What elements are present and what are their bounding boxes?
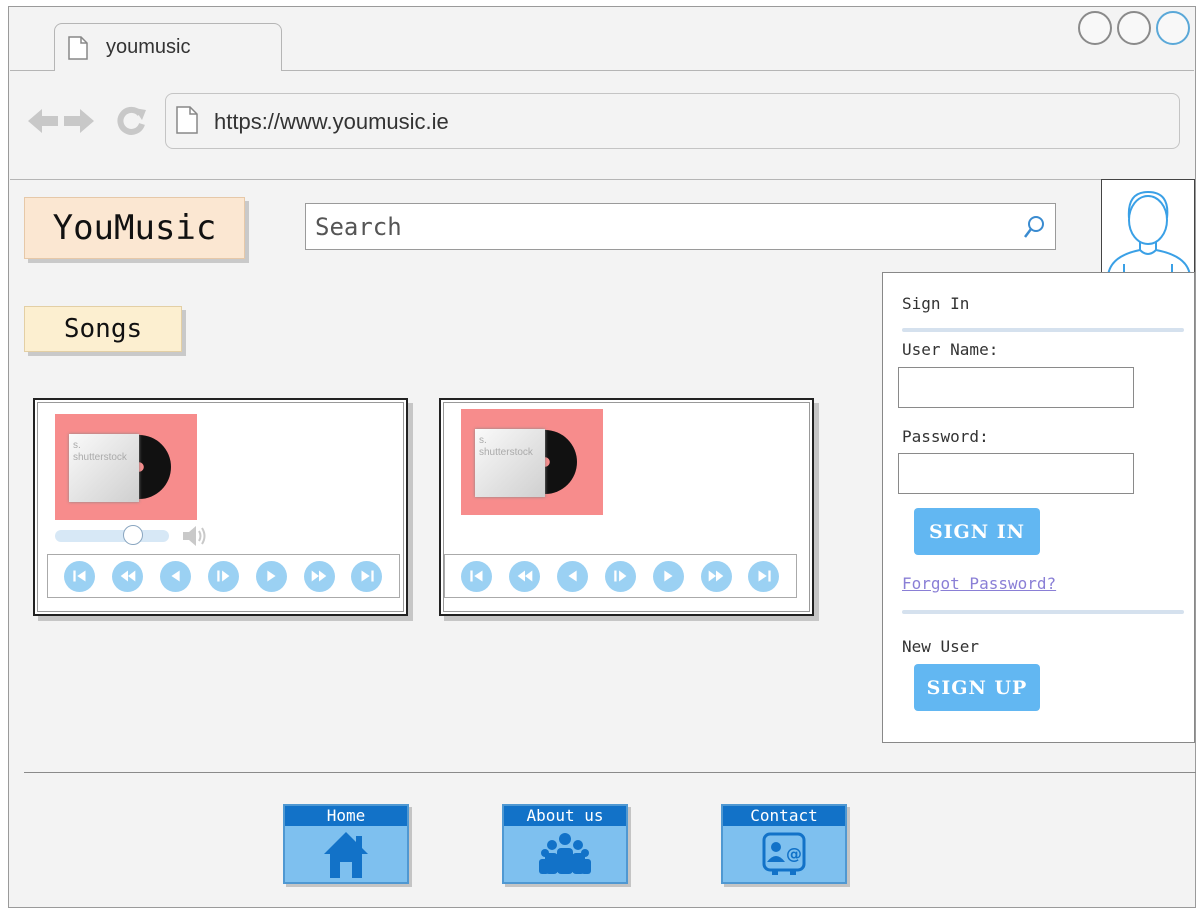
next-icon[interactable] xyxy=(255,560,287,592)
next-icon[interactable] xyxy=(652,560,684,592)
password-field[interactable] xyxy=(898,453,1134,494)
user-avatar[interactable] xyxy=(1101,179,1195,275)
address-bar[interactable]: https://www.youmusic.ie xyxy=(165,93,1180,149)
rewind-icon[interactable] xyxy=(509,560,541,592)
sign-in-panel: Sign In User Name: Password: SIGN IN For… xyxy=(882,272,1195,743)
window-minimize-button[interactable] xyxy=(1078,11,1112,45)
search-input[interactable]: Search xyxy=(305,203,1056,250)
svg-text:@: @ xyxy=(786,844,802,863)
contact-card-icon: @ xyxy=(723,828,845,878)
username-label: User Name: xyxy=(902,340,999,359)
volume-slider-handle[interactable] xyxy=(122,525,143,545)
back-arrow-icon[interactable] xyxy=(26,104,60,142)
cover-text: s. shutterstock xyxy=(73,440,127,463)
play-pause-icon[interactable] xyxy=(604,560,636,592)
song-card: s. shutterstock xyxy=(439,398,814,616)
toolbar-divider xyxy=(10,179,1194,180)
home-button[interactable]: Home xyxy=(283,804,409,884)
tab-strip-line xyxy=(282,70,1194,71)
songs-button[interactable]: Songs xyxy=(24,306,182,352)
forgot-password-link[interactable]: Forgot Password? xyxy=(902,574,1056,593)
window-maximize-button[interactable] xyxy=(1117,11,1151,45)
new-user-label: New User xyxy=(902,637,980,656)
contact-button[interactable]: Contact @ xyxy=(721,804,847,884)
cover-text: s. shutterstock xyxy=(479,435,533,458)
reload-icon[interactable] xyxy=(114,104,148,142)
play-pause-icon[interactable] xyxy=(207,560,239,592)
browser-tab[interactable]: youmusic xyxy=(54,23,282,71)
search-placeholder: Search xyxy=(315,213,402,241)
document-icon xyxy=(68,36,88,64)
footer-divider xyxy=(24,772,1196,773)
divider xyxy=(902,328,1184,332)
about-us-button[interactable]: About us xyxy=(502,804,628,884)
previous-icon[interactable] xyxy=(557,560,589,592)
skip-forward-icon[interactable] xyxy=(748,560,780,592)
tab-strip-line xyxy=(10,70,54,71)
divider xyxy=(902,610,1184,614)
player-controls xyxy=(47,554,400,598)
fast-forward-icon[interactable] xyxy=(700,560,732,592)
page-icon xyxy=(176,106,198,138)
username-field[interactable] xyxy=(898,367,1134,408)
sign-up-button[interactable]: SIGN UP xyxy=(914,664,1040,711)
sign-in-title: Sign In xyxy=(902,294,970,313)
player-controls xyxy=(444,554,797,598)
house-icon xyxy=(285,828,407,880)
song-card: s. shutterstock xyxy=(33,398,408,616)
skip-forward-icon[interactable] xyxy=(351,560,383,592)
site-logo[interactable]: YouMusic xyxy=(24,197,245,259)
album-sleeve: s. shutterstock xyxy=(475,429,545,497)
sign-in-button[interactable]: SIGN IN xyxy=(914,508,1040,555)
tab-title: youmusic xyxy=(106,36,191,58)
search-icon[interactable] xyxy=(1023,215,1045,243)
album-sleeve: s. shutterstock xyxy=(69,434,139,502)
album-cover[interactable]: s. shutterstock xyxy=(55,414,197,520)
volume-icon[interactable] xyxy=(181,523,209,553)
fast-forward-icon[interactable] xyxy=(303,560,335,592)
album-cover[interactable]: s. shutterstock xyxy=(461,409,603,515)
previous-icon[interactable] xyxy=(160,560,192,592)
password-label: Password: xyxy=(902,427,989,446)
group-icon xyxy=(504,828,626,878)
contact-label: Contact xyxy=(723,806,845,826)
about-label: About us xyxy=(504,806,626,826)
skip-back-icon[interactable] xyxy=(64,560,96,592)
browser-nav xyxy=(26,104,148,142)
window-close-button[interactable] xyxy=(1156,11,1190,45)
skip-back-icon[interactable] xyxy=(461,560,493,592)
rewind-icon[interactable] xyxy=(112,560,144,592)
forward-arrow-icon[interactable] xyxy=(62,104,96,142)
home-label: Home xyxy=(285,806,407,826)
volume-slider[interactable] xyxy=(55,525,169,545)
url-text: https://www.youmusic.ie xyxy=(214,109,449,134)
